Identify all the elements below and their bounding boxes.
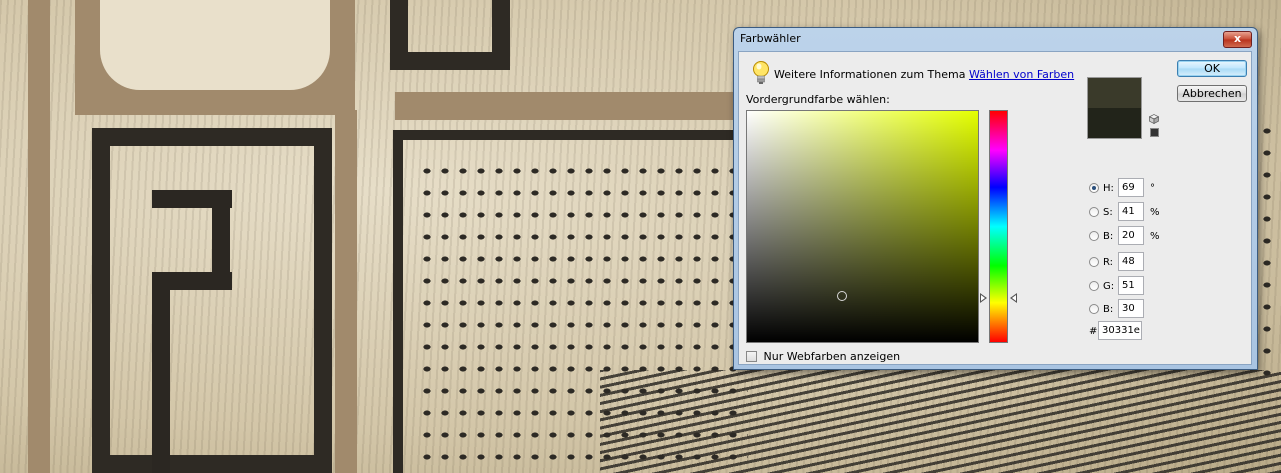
color-picker-dialog: Farbwähler x Weitere Informationen zum T… bbox=[733, 27, 1258, 370]
bg-hatch-pattern bbox=[600, 370, 1281, 473]
bg-tan-border-left bbox=[28, 0, 50, 473]
brightness-radio[interactable] bbox=[1089, 231, 1099, 241]
close-icon: x bbox=[1233, 32, 1242, 45]
new-color-swatch bbox=[1088, 78, 1141, 108]
brightness-label: B: bbox=[1103, 231, 1114, 242]
hue-slider-handle-left[interactable] bbox=[980, 293, 987, 303]
blue-label: B: bbox=[1103, 304, 1114, 315]
blue-input[interactable]: 30 bbox=[1118, 299, 1144, 318]
saturation-label: S: bbox=[1103, 207, 1113, 218]
color-field-cursor[interactable] bbox=[837, 291, 847, 301]
hue-slider[interactable] bbox=[989, 110, 1008, 343]
saturation-brightness-field[interactable] bbox=[746, 110, 979, 343]
close-button[interactable]: x bbox=[1223, 31, 1252, 48]
hex-input[interactable]: 30331e bbox=[1098, 321, 1142, 340]
cube-icon[interactable] bbox=[1149, 114, 1159, 124]
green-radio[interactable] bbox=[1089, 281, 1099, 291]
bg-dark-key-4 bbox=[152, 272, 170, 473]
help-link[interactable]: Wählen von Farben bbox=[969, 68, 1074, 81]
saturation-radio[interactable] bbox=[1089, 207, 1099, 217]
info-text: Weitere Informationen zum Thema Wählen v… bbox=[774, 68, 1074, 81]
bg-tan-border-mid bbox=[335, 110, 357, 473]
bg-dark-key-frame bbox=[92, 128, 332, 473]
hex-label: # bbox=[1089, 326, 1098, 337]
ok-button[interactable]: OK bbox=[1177, 60, 1247, 77]
cancel-button[interactable]: Abbrechen bbox=[1177, 85, 1247, 102]
hue-unit: ° bbox=[1150, 183, 1155, 194]
bg-tan-bar bbox=[395, 92, 735, 120]
saturation-input[interactable]: 41 bbox=[1118, 202, 1144, 221]
red-radio[interactable] bbox=[1089, 257, 1099, 267]
brightness-input[interactable]: 20 bbox=[1118, 226, 1144, 245]
green-label: G: bbox=[1103, 281, 1115, 292]
info-prefix: Weitere Informationen zum Thema bbox=[774, 68, 966, 81]
window-title: Farbwähler bbox=[740, 32, 801, 45]
bg-dark-top-key bbox=[390, 0, 510, 70]
websafe-color-swatch[interactable] bbox=[1150, 128, 1159, 137]
saturation-unit: % bbox=[1150, 207, 1160, 218]
bg-dot-pattern-right bbox=[1258, 120, 1281, 380]
web-colors-label: Nur Webfarben anzeigen bbox=[763, 349, 901, 363]
current-color-swatch[interactable] bbox=[1088, 108, 1141, 138]
color-preview-swatch bbox=[1087, 77, 1142, 139]
foreground-color-label: Vordergrundfarbe wählen: bbox=[746, 93, 890, 106]
brightness-unit: % bbox=[1150, 231, 1160, 242]
hue-radio[interactable] bbox=[1089, 183, 1099, 193]
green-input[interactable]: 51 bbox=[1118, 276, 1144, 295]
title-bar[interactable]: Farbwähler x bbox=[734, 28, 1257, 50]
web-colors-option[interactable]: Nur Webfarben anzeigen bbox=[746, 349, 900, 363]
dialog-client-area: Weitere Informationen zum Thema Wählen v… bbox=[738, 51, 1252, 365]
hue-slider-handle-right[interactable] bbox=[1010, 293, 1017, 303]
hue-input[interactable]: 69 bbox=[1118, 178, 1144, 197]
lightbulb-icon bbox=[753, 61, 769, 84]
blue-radio[interactable] bbox=[1089, 304, 1099, 314]
red-input[interactable]: 48 bbox=[1118, 252, 1144, 271]
bg-light-ornament bbox=[100, 0, 330, 90]
web-colors-checkbox[interactable] bbox=[746, 350, 757, 362]
hue-label: H: bbox=[1103, 183, 1114, 194]
red-label: R: bbox=[1103, 257, 1114, 268]
